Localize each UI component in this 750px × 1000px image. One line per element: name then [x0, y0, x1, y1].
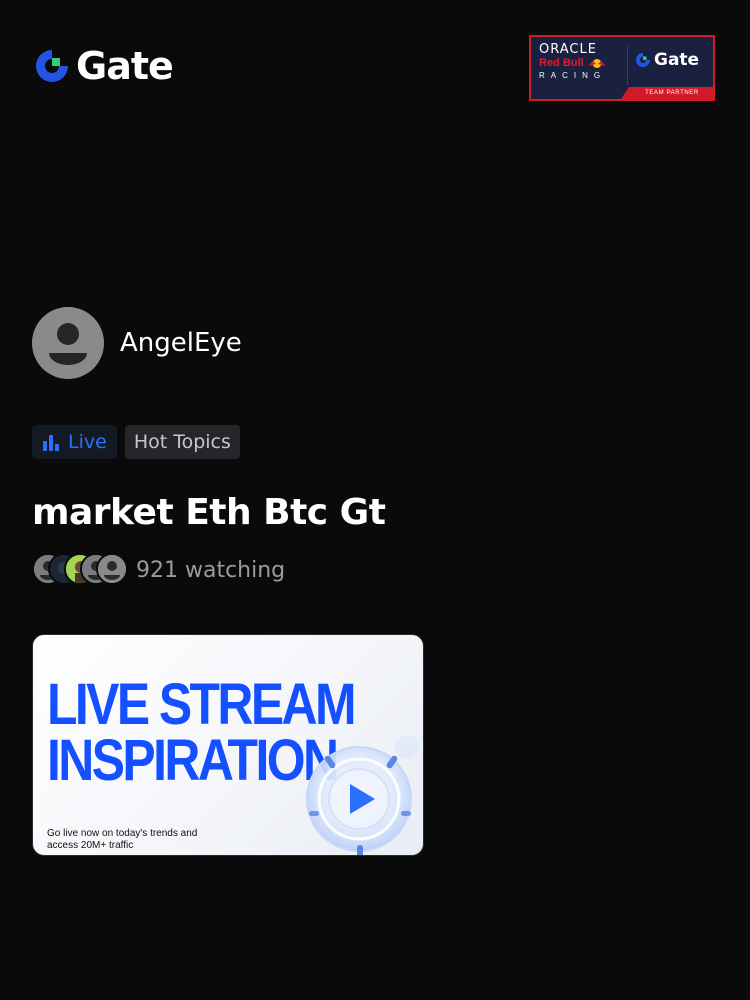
header: Gate ORACLE Red Bull RACING Gate TEAM PA… [0, 0, 750, 130]
live-badge: Live [32, 425, 117, 459]
live-label: Live [68, 431, 107, 453]
host-avatar[interactable] [32, 307, 104, 379]
live-stream-inspiration-banner[interactable]: LIVE STREAM INSPIRATION Go live now on t… [32, 634, 424, 856]
partner-brand-name: Gate [654, 50, 700, 70]
host-info[interactable]: AngelEye [32, 307, 242, 379]
host-name[interactable]: AngelEye [120, 328, 242, 358]
hot-topics-label: Hot Topics [133, 431, 231, 453]
gate-logo-icon [36, 50, 68, 82]
stream-tags: Live Hot Topics [32, 425, 240, 459]
live-bars-icon [43, 435, 59, 451]
team-partner-label: TEAM PARTNER [645, 90, 699, 96]
team-partner-strip: TEAM PARTNER [621, 87, 715, 99]
banner-subtext: Go live now on today's trends and access… [47, 828, 247, 852]
banner-subtext-line1: Go live now on today's trends and [47, 828, 198, 839]
oracle-text: ORACLE [539, 42, 597, 57]
gate-logo[interactable]: Gate [34, 44, 174, 88]
red-bull-text: Red Bull [539, 57, 584, 69]
banner-headline-line1: LIVE STREAM [47, 672, 357, 737]
stream-title: market Eth Btc Gt [32, 492, 386, 533]
watcher-summary: 921 watching [32, 553, 285, 587]
person-icon [98, 555, 126, 583]
bull-icon [587, 59, 606, 68]
viewer-avatars [32, 553, 130, 587]
divider [627, 45, 628, 85]
gate-logo-icon [635, 52, 651, 68]
play-icon [306, 735, 419, 855]
team-partner-badge[interactable]: ORACLE Red Bull RACING Gate TEAM PARTNER [529, 35, 715, 101]
viewer-avatar [96, 553, 128, 585]
banner-subtext-line2: access 20M+ traffic [47, 840, 134, 851]
racing-text: RACING [539, 71, 607, 80]
person-icon [32, 307, 104, 379]
oracle-red-bull-racing-logo: ORACLE Red Bull RACING [539, 43, 621, 81]
watching-count: 921 watching [136, 557, 286, 583]
brand-name: Gate [76, 44, 174, 88]
hot-topics-tag[interactable]: Hot Topics [124, 425, 240, 459]
